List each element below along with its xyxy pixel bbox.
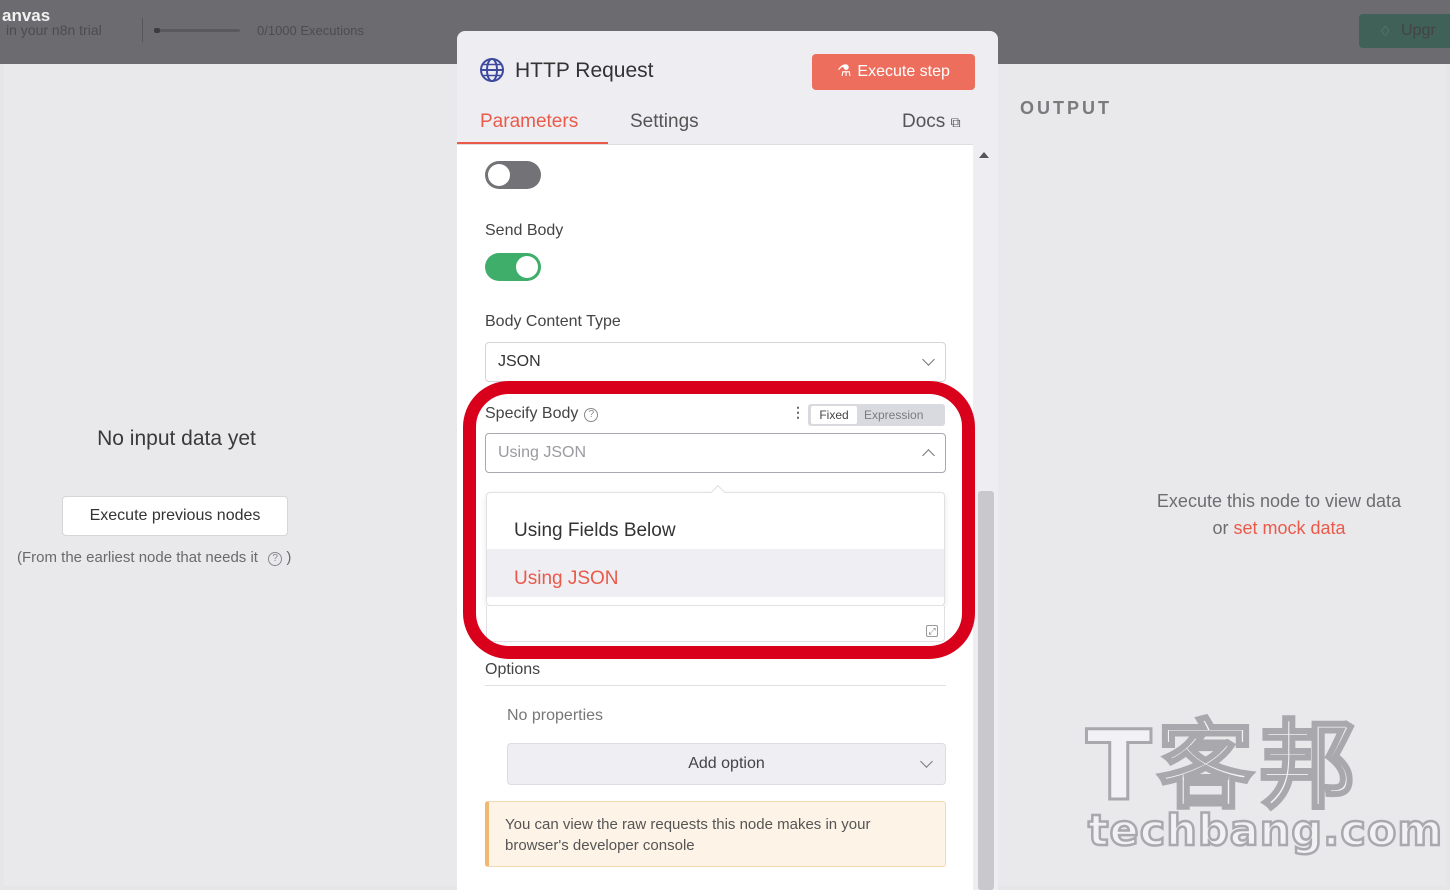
upgrade-button[interactable]: ♢ Upgr [1359,14,1450,48]
executions-progress [154,28,240,33]
toggle-knob [488,164,510,186]
body-content-type-value: JSON [498,353,541,370]
options-divider [485,685,946,686]
send-body-toggle[interactable] [485,253,541,281]
output-label: OUTPUT [1020,98,1112,118]
flask-icon: ⚗ [837,63,852,80]
tab-parameters[interactable]: Parameters [480,111,578,133]
hint-text: (From the earliest node that needs it [17,549,258,566]
no-properties-text: No properties [507,707,604,724]
no-input-title: No input data yet [97,427,256,450]
upgrade-label: Upgr [1401,22,1436,39]
tab-docs[interactable]: Docs ⧉ [902,111,961,133]
tab-settings[interactable]: Settings [630,111,699,133]
annotation-highlight [463,381,975,659]
hint-close: ) [286,549,292,566]
help-icon[interactable]: ? [268,552,283,566]
node-title: HTTP Request [515,59,654,82]
chevron-down-icon [922,353,935,366]
options-label: Options [485,661,541,678]
gem-icon: ♢ [1379,23,1392,39]
scroll-up-arrow[interactable] [979,152,989,158]
executions-count: 0/1000 Executions [257,23,364,38]
execute-step-button[interactable]: ⚗ Execute step [812,54,975,90]
chevron-down-icon [920,755,933,768]
external-link-icon: ⧉ [950,114,961,130]
scrollbar-thumb[interactable] [978,491,994,890]
body-content-type-label: Body Content Type [485,313,621,330]
output-empty-message: Execute this node to view data or set mo… [1118,488,1440,542]
add-option-label: Add option [688,755,765,772]
globe-icon [480,58,504,82]
parameter-toggle[interactable] [485,161,541,189]
body-content-type-select[interactable]: JSON [485,342,946,382]
execute-previous-hint: (From the earliest node that needs it ? … [17,549,291,566]
output-or: or [1212,518,1229,538]
trial-text: in your n8n trial [6,22,102,38]
docs-label: Docs [902,111,946,132]
input-panel: No input data yet Execute previous nodes… [4,64,457,886]
node-header: HTTP Request ⚗ Execute step Parameters Se… [457,31,998,145]
execute-step-label: Execute step [857,63,950,80]
send-body-label: Send Body [485,222,564,239]
divider [142,18,143,42]
output-panel: OUTPUT Execute this node to view data or… [998,64,1446,886]
set-mock-data-link[interactable]: set mock data [1233,518,1345,538]
developer-console-notice: You can view the raw requests this node … [485,801,946,867]
execute-previous-nodes-button[interactable]: Execute previous nodes [62,496,288,536]
toggle-knob [516,256,538,278]
add-option-button[interactable]: Add option [507,743,946,785]
output-empty-line: Execute this node to view data [1156,491,1402,511]
progress-fill [154,28,160,33]
